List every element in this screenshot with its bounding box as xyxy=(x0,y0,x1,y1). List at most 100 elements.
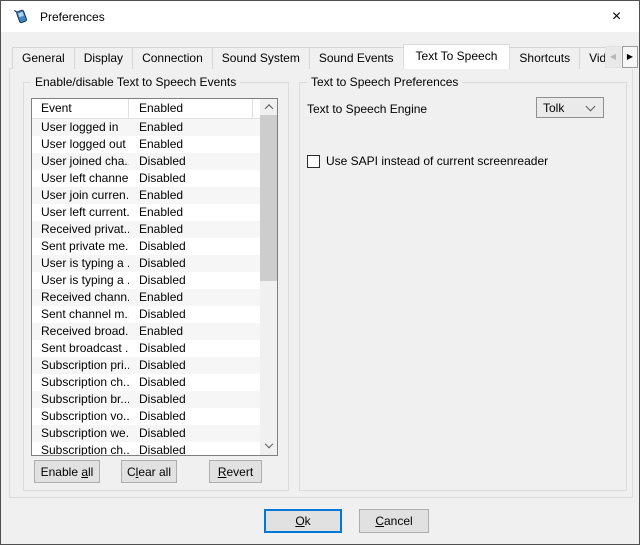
table-row[interactable]: Sent private me... Disabled xyxy=(32,238,260,255)
event-cell: Subscription ch... xyxy=(32,442,129,455)
app-icon xyxy=(13,8,30,25)
status-cell: Disabled xyxy=(129,272,253,289)
event-cell: Received privat... xyxy=(32,221,129,238)
status-cell: Enabled xyxy=(129,204,253,221)
status-cell: Disabled xyxy=(129,408,253,425)
ok-button[interactable]: Ok xyxy=(264,509,342,533)
sapi-checkbox[interactable] xyxy=(307,155,320,168)
tab-label: Sound System xyxy=(222,51,300,65)
status-cell: Enabled xyxy=(129,136,253,153)
table-row[interactable]: User left channel Disabled xyxy=(32,170,260,187)
table-row[interactable]: Subscription br... Disabled xyxy=(32,391,260,408)
table-row[interactable]: Subscription ch... Disabled xyxy=(32,442,260,455)
tab-label: Connection xyxy=(142,51,203,65)
enable-all-button[interactable]: Enable all xyxy=(34,460,100,483)
tts-engine-select[interactable]: Tolk xyxy=(536,97,604,118)
event-cell: Received broad... xyxy=(32,323,129,340)
list-header: Event Enabled xyxy=(32,99,260,119)
event-cell: Subscription ch... xyxy=(32,374,129,391)
event-cell: User logged out xyxy=(32,136,129,153)
table-row[interactable]: User joined cha... Disabled xyxy=(32,153,260,170)
status-cell: Enabled xyxy=(129,187,253,204)
status-cell: Enabled xyxy=(129,289,253,306)
window-title: Preferences xyxy=(40,10,105,24)
status-cell: Disabled xyxy=(129,255,253,272)
button-label: ll xyxy=(88,465,93,479)
status-cell: Disabled xyxy=(129,442,253,455)
status-cell: Disabled xyxy=(129,306,253,323)
event-cell: Received chann... xyxy=(32,289,129,306)
revert-button[interactable]: Revert xyxy=(209,460,262,483)
column-header-event[interactable]: Event xyxy=(32,99,129,118)
events-list-body: Event Enabled User logged in Enabled Use… xyxy=(32,99,260,455)
table-row[interactable]: Subscription pri... Disabled xyxy=(32,357,260,374)
event-cell: User left current... xyxy=(32,204,129,221)
tts-engine-value: Tolk xyxy=(537,101,587,115)
events-listview: Event Enabled User logged in Enabled Use… xyxy=(31,98,278,456)
button-mnemonic: O xyxy=(295,514,304,528)
event-cell: User is typing a ... xyxy=(32,255,129,272)
tab[interactable]: General xyxy=(12,47,75,69)
tab-scroll-left-button[interactable]: ◀ xyxy=(605,46,621,68)
events-groupbox-title: Enable/disable Text to Speech Events xyxy=(31,75,240,89)
table-row[interactable]: User logged out Enabled xyxy=(32,136,260,153)
event-cell: Subscription br... xyxy=(32,391,129,408)
button-label: ancel xyxy=(384,514,413,528)
tab-label: Sound Events xyxy=(319,51,394,65)
button-mnemonic: R xyxy=(218,465,227,479)
table-row[interactable]: Sent broadcast ... Disabled xyxy=(32,340,260,357)
table-row[interactable]: Sent channel m... Disabled xyxy=(32,306,260,323)
table-row[interactable]: Subscription we... Disabled xyxy=(32,425,260,442)
table-row[interactable]: Subscription ch... Disabled xyxy=(32,374,260,391)
status-cell: Disabled xyxy=(129,374,253,391)
table-row[interactable]: User is typing a ... Disabled xyxy=(32,272,260,289)
table-row[interactable]: Received broad... Enabled xyxy=(32,323,260,340)
tab[interactable]: Sound Events xyxy=(309,47,404,69)
event-cell: User join curren... xyxy=(32,187,129,204)
button-label: Enable xyxy=(41,465,82,479)
close-icon: × xyxy=(612,8,621,26)
event-cell: User is typing a ... xyxy=(32,272,129,289)
preferences-dialog: Preferences × General Display Connection… xyxy=(0,0,640,545)
status-cell: Disabled xyxy=(129,340,253,357)
scroll-down-button[interactable] xyxy=(260,439,277,455)
status-cell: Disabled xyxy=(129,170,253,187)
vertical-scrollbar[interactable] xyxy=(260,99,277,455)
table-row[interactable]: Received chann... Enabled xyxy=(32,289,260,306)
event-cell: Subscription vo... xyxy=(32,408,129,425)
tts-groupbox-title: Text to Speech Preferences xyxy=(307,75,462,89)
tab[interactable]: Shortcuts xyxy=(509,47,580,69)
engine-label: Text to Speech Engine xyxy=(307,102,427,116)
status-cell: Enabled xyxy=(129,119,253,136)
tab[interactable]: Connection xyxy=(132,47,213,69)
table-row[interactable]: User join curren... Enabled xyxy=(32,187,260,204)
scrollbar-thumb[interactable] xyxy=(260,115,277,281)
arrow-left-icon: ◀ xyxy=(610,52,616,61)
clear-all-button[interactable]: Clear all xyxy=(121,460,177,483)
tab-label: Display xyxy=(84,51,123,65)
tab[interactable]: Display xyxy=(74,47,133,69)
close-button[interactable]: × xyxy=(594,1,639,32)
sapi-checkbox-row: Use SAPI instead of current screenreader xyxy=(307,154,548,168)
table-row[interactable]: User left current... Enabled xyxy=(32,204,260,221)
arrow-right-icon: ▶ xyxy=(627,52,633,61)
button-label: ear all xyxy=(138,465,171,479)
table-row[interactable]: User is typing a ... Disabled xyxy=(32,255,260,272)
status-cell: Disabled xyxy=(129,357,253,374)
table-row[interactable]: Received privat... Enabled xyxy=(32,221,260,238)
tab[interactable]: Text To Speech xyxy=(403,44,511,69)
tab[interactable]: Sound System xyxy=(212,47,310,69)
event-cell: Subscription pri... xyxy=(32,357,129,374)
button-label: evert xyxy=(226,465,253,479)
event-cell: Sent broadcast ... xyxy=(32,340,129,357)
tab-label: Text To Speech xyxy=(416,49,498,63)
button-mnemonic: a xyxy=(81,465,88,479)
scroll-up-button[interactable] xyxy=(260,99,277,115)
cancel-button[interactable]: Cancel xyxy=(359,509,429,533)
table-row[interactable]: User logged in Enabled xyxy=(32,119,260,136)
button-label: C xyxy=(127,465,136,479)
table-row[interactable]: Subscription vo... Disabled xyxy=(32,408,260,425)
column-header-enabled[interactable]: Enabled xyxy=(129,99,253,118)
tab-scroll-right-button[interactable]: ▶ xyxy=(622,46,638,68)
tts-groupbox: Text to Speech Preferences xyxy=(299,82,627,491)
